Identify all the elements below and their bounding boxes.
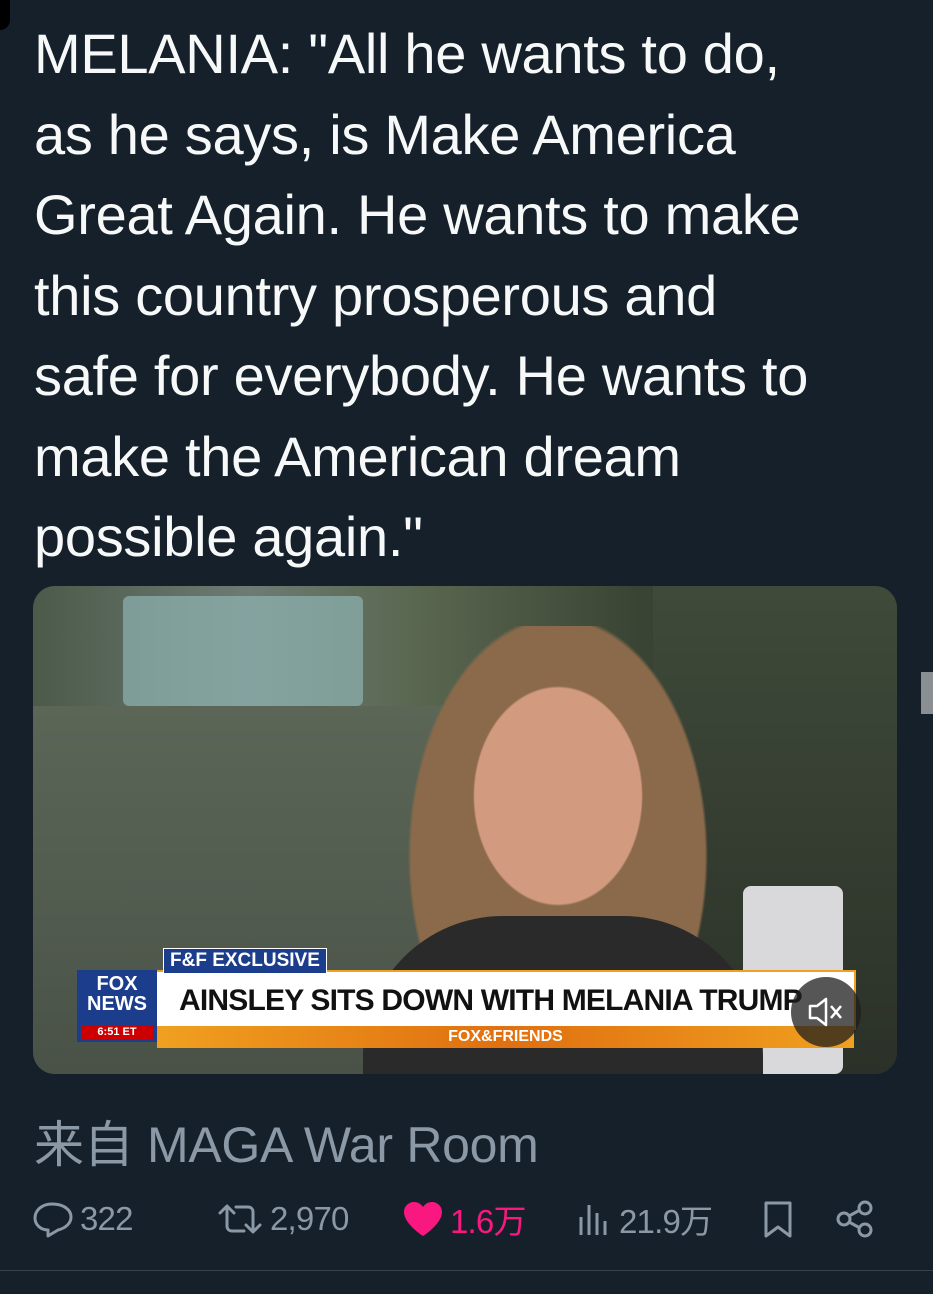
retweet-count: 2,970 — [270, 1200, 349, 1237]
video-player[interactable]: F&F EXCLUSIVE FOX NEWS 6:51 ET AINSLEY S… — [33, 586, 897, 1074]
tweet-divider — [0, 1270, 933, 1271]
logo-line2: NEWS — [87, 993, 147, 1015]
tweet-action-bar: 322 2,970 1.6万 21.9万 — [30, 1194, 890, 1244]
retweet-icon — [218, 1204, 262, 1234]
lower-third-headline: AINSLEY SITS DOWN WITH MELANIA TRUMP — [179, 984, 803, 1017]
reply-button[interactable]: 322 — [30, 1194, 133, 1244]
share-icon — [836, 1200, 873, 1238]
video-background-window — [123, 596, 363, 706]
tweet-text: MELANIA: "All he wants to do, as he says… — [34, 22, 809, 568]
share-button[interactable] — [834, 1194, 882, 1244]
retweet-button[interactable]: 2,970 — [214, 1194, 349, 1244]
heart-filled-icon — [404, 1202, 442, 1236]
bookmark-icon — [764, 1201, 792, 1238]
views-count: 21.9万 — [619, 1203, 713, 1240]
reply-icon — [33, 1202, 73, 1238]
bookmark-button[interactable] — [760, 1194, 800, 1244]
scrollbar-thumb[interactable] — [921, 672, 933, 714]
lower-third-strip: FOX&FRIENDS — [157, 1026, 854, 1048]
speaker-muted-icon — [808, 997, 842, 1027]
mute-toggle-button[interactable] — [791, 977, 861, 1047]
like-count: 1.6万 — [450, 1203, 526, 1240]
top-corner-clip — [0, 0, 10, 30]
lower-third-tag: F&F EXCLUSIVE — [163, 948, 327, 974]
like-button[interactable]: 1.6万 — [400, 1194, 526, 1244]
reply-count: 322 — [80, 1200, 133, 1237]
quote-source-link[interactable]: 来自 MAGA War Room — [34, 1105, 539, 1177]
views-button[interactable]: 21.9万 — [575, 1194, 713, 1244]
views-chart-icon — [579, 1205, 607, 1235]
logo-line1: FOX — [96, 973, 138, 995]
broadcast-time: 6:51 ET — [81, 1026, 153, 1039]
fox-news-logo: FOX NEWS 6:51 ET — [77, 970, 157, 1042]
